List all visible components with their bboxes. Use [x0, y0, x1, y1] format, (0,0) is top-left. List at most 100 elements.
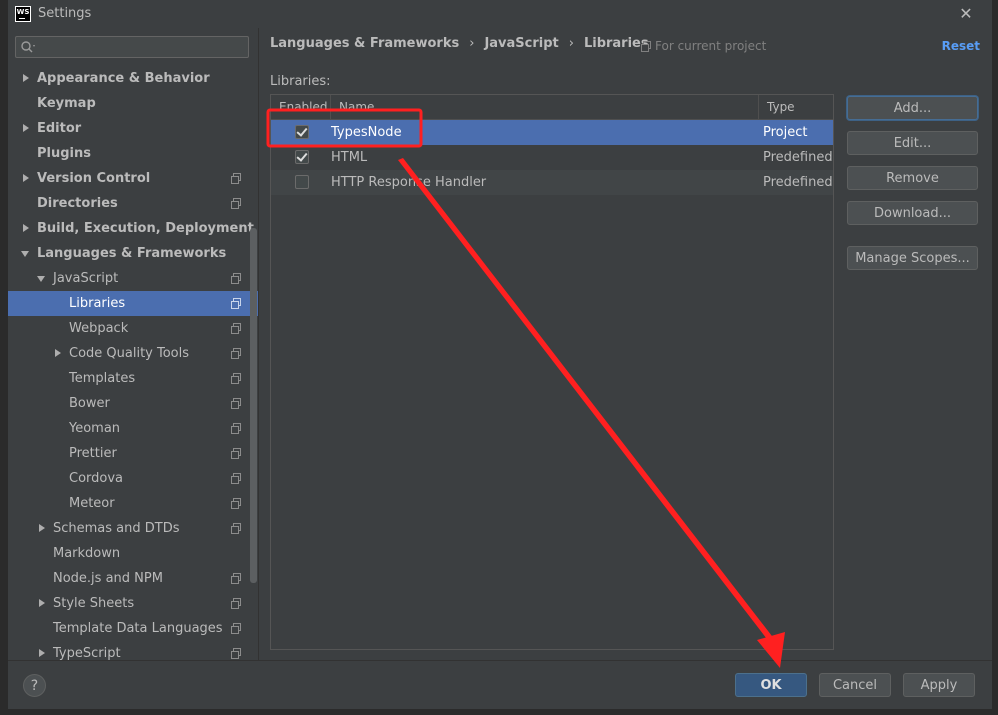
chevron-down-icon[interactable]: [37, 266, 47, 291]
enabled-checkbox[interactable]: [295, 125, 309, 139]
column-header-name[interactable]: Name: [331, 95, 759, 119]
sidebar-item-nodejs-npm[interactable]: Node.js and NPM: [8, 566, 258, 591]
apply-button[interactable]: Apply: [903, 673, 975, 697]
sidebar-item-schemas-dtds[interactable]: Schemas and DTDs: [8, 516, 258, 541]
sidebar-item-label: Webpack: [69, 321, 129, 336]
title-bar: WS Settings ✕: [8, 0, 992, 28]
sidebar-item-meteor[interactable]: Meteor: [8, 491, 258, 516]
project-scope-icon: [231, 573, 241, 584]
sidebar-scrollbar[interactable]: [250, 228, 257, 583]
column-header-enabled[interactable]: Enabled: [271, 95, 331, 119]
sidebar-item-label: Schemas and DTDs: [53, 521, 180, 536]
project-scope-icon: [231, 498, 241, 509]
add-button[interactable]: Add...: [847, 96, 978, 120]
edit-button[interactable]: Edit...: [847, 131, 978, 155]
enabled-checkbox[interactable]: [295, 150, 309, 164]
table-row[interactable]: HTTP Response Handler Predefined: [271, 170, 833, 195]
sidebar-item-label: Markdown: [53, 546, 121, 561]
libraries-label: Libraries:: [270, 74, 331, 89]
libraries-panel: Languages & Frameworks › JavaScript › Li…: [258, 28, 992, 660]
download-button[interactable]: Download...: [847, 201, 978, 225]
sidebar-item-label: Version Control: [37, 171, 151, 186]
chevron-right-icon[interactable]: [37, 591, 47, 616]
project-scope-icon: [231, 298, 241, 309]
search-input[interactable]: [16, 37, 248, 57]
sidebar-item-style-sheets[interactable]: Style Sheets: [8, 591, 258, 616]
table-row[interactable]: TypesNode Project: [271, 120, 833, 145]
sidebar-item-label: Keymap: [37, 96, 96, 111]
background-window-edge: [0, 0, 8, 715]
sidebar-item-label: Directories: [37, 196, 118, 211]
sidebar-item-cordova[interactable]: Cordova: [8, 466, 258, 491]
sidebar-item-prettier[interactable]: Prettier: [8, 441, 258, 466]
project-scope-icon: [231, 423, 241, 434]
close-icon[interactable]: ✕: [956, 3, 976, 23]
settings-tree: Appearance & Behavior Keymap Editor Plug…: [8, 66, 258, 660]
sidebar-item-label: Editor: [37, 121, 82, 136]
sidebar-item-languages-frameworks[interactable]: Languages & Frameworks: [8, 241, 258, 266]
sidebar-item-directories[interactable]: Directories: [8, 191, 258, 216]
sidebar-item-label: Plugins: [37, 146, 91, 161]
chevron-right-icon[interactable]: [37, 516, 47, 541]
sidebar-item-yeoman[interactable]: Yeoman: [8, 416, 258, 441]
sidebar-item-typescript[interactable]: TypeScript: [8, 641, 258, 660]
chevron-down-icon[interactable]: [21, 241, 31, 266]
sidebar-item-webpack[interactable]: Webpack: [8, 316, 258, 341]
library-type: Predefined: [763, 175, 833, 190]
table-row[interactable]: HTML Predefined: [271, 145, 833, 170]
breadcrumb-separator: ›: [568, 36, 574, 51]
breadcrumb-item-libraries: Libraries: [583, 36, 649, 51]
sidebar-item-label: Templates: [69, 371, 136, 386]
library-type: Project: [763, 125, 808, 140]
sidebar-item-javascript[interactable]: JavaScript: [8, 266, 258, 291]
sidebar-item-label: Prettier: [69, 446, 117, 461]
enabled-checkbox[interactable]: [295, 175, 309, 189]
sidebar-item-code-quality-tools[interactable]: Code Quality Tools: [8, 341, 258, 366]
project-scope-icon: [231, 473, 241, 484]
column-header-type[interactable]: Type: [759, 95, 833, 119]
sidebar-item-version-control[interactable]: Version Control: [8, 166, 258, 191]
sidebar-item-label: JavaScript: [53, 271, 119, 286]
sidebar-item-appearance-behavior[interactable]: Appearance & Behavior: [8, 66, 258, 91]
sidebar-item-label: TypeScript: [53, 646, 121, 660]
chevron-right-icon[interactable]: [21, 216, 31, 241]
project-scope-icon: [231, 173, 241, 184]
cancel-button[interactable]: Cancel: [819, 673, 891, 697]
sidebar-item-label: Languages & Frameworks: [37, 246, 227, 261]
manage-scopes-button[interactable]: Manage Scopes...: [847, 246, 978, 270]
reset-link[interactable]: Reset: [942, 39, 980, 53]
project-scope-icon: [231, 598, 241, 609]
chevron-right-icon[interactable]: [21, 116, 31, 141]
library-name: TypesNode: [331, 125, 402, 140]
sidebar-item-bower[interactable]: Bower: [8, 391, 258, 416]
chevron-right-icon[interactable]: [37, 641, 47, 660]
ok-button[interactable]: OK: [735, 673, 807, 697]
sidebar-item-templates[interactable]: Templates: [8, 366, 258, 391]
project-scope-icon: [231, 448, 241, 459]
help-button[interactable]: ?: [23, 674, 46, 697]
project-scope-icon: [231, 648, 241, 659]
sidebar-item-build-execution-deployment[interactable]: Build, Execution, Deployment: [8, 216, 258, 241]
sidebar-item-libraries[interactable]: Libraries: [8, 291, 258, 316]
sidebar-item-label: Cordova: [69, 471, 124, 486]
sidebar-item-label: Meteor: [69, 496, 115, 511]
chevron-right-icon[interactable]: [21, 166, 31, 191]
background-window-edge-right: [992, 0, 998, 715]
sidebar-item-label: Node.js and NPM: [53, 571, 163, 586]
breadcrumb-separator: ›: [469, 36, 475, 51]
chevron-right-icon[interactable]: [21, 66, 31, 91]
sidebar-item-label: Appearance & Behavior: [37, 71, 210, 86]
sidebar-item-template-data-languages[interactable]: Template Data Languages: [8, 616, 258, 641]
remove-button[interactable]: Remove: [847, 166, 978, 190]
library-name: HTML: [331, 150, 368, 165]
search-field[interactable]: [15, 36, 249, 58]
sidebar-item-keymap[interactable]: Keymap: [8, 91, 258, 116]
sidebar-item-label: Style Sheets: [53, 596, 135, 611]
project-scope-icon: [231, 373, 241, 384]
chevron-right-icon[interactable]: [53, 341, 63, 366]
sidebar-item-markdown[interactable]: Markdown: [8, 541, 258, 566]
logo-text: WS: [16, 8, 30, 16]
breadcrumb-item-javascript: JavaScript: [484, 36, 559, 51]
sidebar-item-editor[interactable]: Editor: [8, 116, 258, 141]
sidebar-item-plugins[interactable]: Plugins: [8, 141, 258, 166]
